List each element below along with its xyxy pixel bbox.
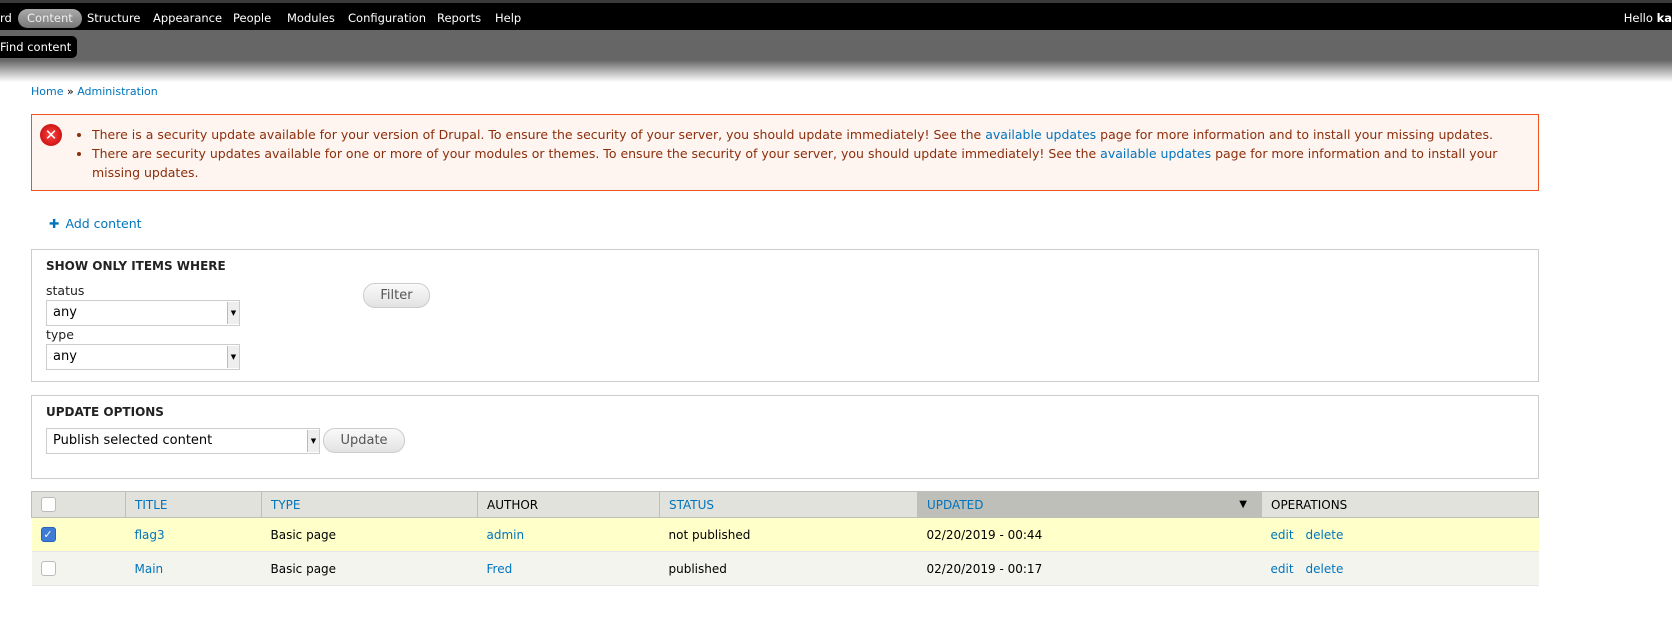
sort-updated-link[interactable]: UPDATED — [927, 498, 983, 512]
status-cell: not published — [659, 517, 918, 552]
status-value: any — [53, 305, 77, 320]
delete-link[interactable]: delete — [1306, 562, 1344, 576]
title-link[interactable]: Main — [135, 562, 164, 576]
breadcrumb-home[interactable]: Home — [31, 85, 63, 98]
content-table: TITLE TYPE AUTHOR STATUS UPDATED ▼ OPERAT… — [31, 491, 1539, 586]
available-updates-link[interactable]: available updates — [1100, 146, 1211, 161]
chevron-down-icon: ▼ — [227, 346, 239, 368]
delete-link[interactable]: delete — [1306, 528, 1344, 542]
row-checkbox[interactable] — [40, 561, 56, 576]
toolbar-shadow — [0, 60, 1672, 82]
add-content-label: Add content — [65, 216, 142, 231]
toolbar-help[interactable]: Help — [486, 9, 530, 28]
filter-legend: SHOW ONLY ITEMS WHERE — [46, 259, 226, 273]
status-cell: published — [659, 551, 918, 586]
sort-desc-icon: ▼ — [1239, 499, 1247, 510]
header-updated[interactable]: UPDATED ▼ — [917, 491, 1262, 518]
table-header: TITLE TYPE AUTHOR STATUS UPDATED ▼ OPERAT… — [31, 491, 1539, 518]
error-messages: ✕ There is a security update available f… — [31, 114, 1539, 191]
sort-status-link[interactable]: STATUS — [669, 498, 714, 512]
header-type[interactable]: TYPE — [261, 491, 478, 518]
status-select[interactable]: any ▼ — [46, 300, 240, 326]
message-text: There are security updates available for… — [92, 146, 1101, 161]
operations-cell: edit delete — [1261, 517, 1539, 552]
updated-cell: 02/20/2019 - 00:44 — [917, 517, 1262, 552]
shortcut-bar: Find content — [0, 30, 1672, 60]
toolbar-structure[interactable]: Structure — [78, 9, 150, 28]
row-select-cell — [31, 551, 126, 586]
user-greeting: Hello ka — [1624, 9, 1672, 28]
update-action-select[interactable]: Publish selected content ▼ — [46, 428, 320, 454]
row-checkbox[interactable]: ✓ — [40, 527, 56, 542]
type-value: any — [53, 349, 77, 364]
update-options-fieldset: UPDATE OPTIONS Publish selected content ▼… — [31, 395, 1539, 479]
toolbar-modules[interactable]: Modules — [278, 9, 344, 28]
message-text: There is a security update available for… — [92, 127, 986, 142]
message-item: There are security updates available for… — [92, 144, 1522, 182]
message-item: There is a security update available for… — [92, 125, 1522, 144]
filter-button[interactable]: Filter — [363, 283, 430, 308]
header-author: AUTHOR — [477, 491, 660, 518]
hello-text: Hello — [1623, 11, 1653, 25]
type-cell: Basic page — [261, 517, 478, 552]
row-select-cell: ✓ — [31, 517, 126, 552]
admin-toolbar: rd Content Structure Appearance People M… — [0, 0, 1672, 30]
user-link[interactable]: ka — [1657, 11, 1672, 25]
sort-title-link[interactable]: TITLE — [135, 498, 167, 512]
error-icon: ✕ — [40, 124, 62, 146]
type-cell: Basic page — [261, 551, 478, 586]
toolbar-content[interactable]: Content — [18, 9, 82, 28]
toolbar-appearance[interactable]: Appearance — [144, 9, 231, 28]
title-link[interactable]: flag3 — [135, 528, 165, 542]
message-text: page for more information and to install… — [1096, 127, 1493, 142]
type-label: type — [46, 327, 74, 342]
breadcrumb-administration[interactable]: Administration — [77, 85, 158, 98]
header-title[interactable]: TITLE — [125, 491, 262, 518]
header-operations: OPERATIONS — [1261, 491, 1539, 518]
table-row: ✓ flag3 Basic page admin not published 0… — [31, 517, 1539, 552]
breadcrumb: Home » Administration — [31, 85, 158, 98]
toolbar-people[interactable]: People — [224, 9, 280, 28]
table-row: Main Basic page Fred published 02/20/201… — [31, 551, 1539, 586]
breadcrumb-separator: » — [63, 85, 78, 98]
status-label: status — [46, 283, 85, 298]
author-link[interactable]: admin — [487, 528, 525, 542]
select-all-cell — [31, 491, 126, 518]
author-link[interactable]: Fred — [487, 562, 513, 576]
toolbar-reports[interactable]: Reports — [428, 9, 490, 28]
update-action-value: Publish selected content — [53, 433, 213, 448]
type-select[interactable]: any ▼ — [46, 344, 240, 370]
operations-cell: edit delete — [1261, 551, 1539, 586]
select-all-checkbox[interactable] — [41, 497, 56, 512]
update-button[interactable]: Update — [323, 428, 405, 453]
update-options-legend: UPDATE OPTIONS — [46, 405, 164, 419]
filter-fieldset: SHOW ONLY ITEMS WHERE status any ▼ type a… — [31, 249, 1539, 382]
add-content-link[interactable]: ✚ Add content — [49, 216, 142, 231]
chevron-down-icon: ▼ — [307, 430, 319, 452]
chevron-down-icon: ▼ — [227, 302, 239, 324]
edit-link[interactable]: edit — [1271, 562, 1294, 576]
plus-icon: ✚ — [49, 216, 60, 231]
available-updates-link[interactable]: available updates — [985, 127, 1096, 142]
edit-link[interactable]: edit — [1271, 528, 1294, 542]
sort-type-link[interactable]: TYPE — [271, 498, 300, 512]
updated-cell: 02/20/2019 - 00:17 — [917, 551, 1262, 586]
shortcut-find-content[interactable]: Find content — [0, 36, 78, 58]
header-status[interactable]: STATUS — [659, 491, 918, 518]
toolbar-configuration[interactable]: Configuration — [339, 9, 435, 28]
